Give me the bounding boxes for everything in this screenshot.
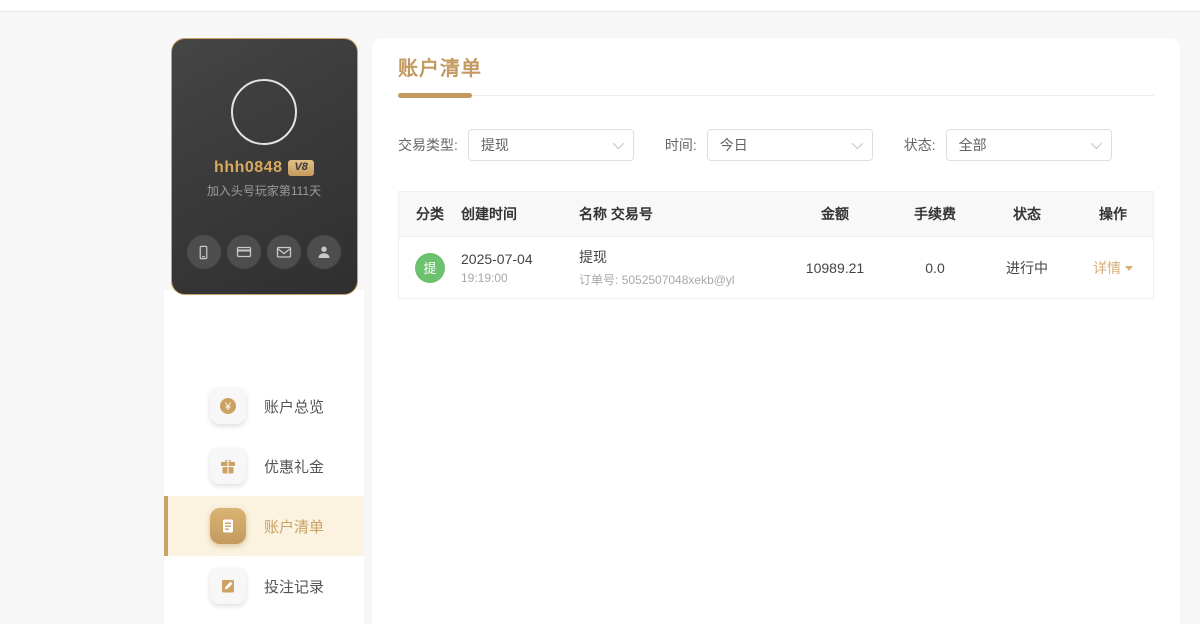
time-select[interactable]: 今日	[706, 129, 873, 161]
gift-icon	[210, 448, 246, 484]
sidebar-menu: ¥ 账户总览 优惠礼金 账户清单 投注记录	[164, 290, 364, 624]
sidebar-item-label: 账户清单	[264, 518, 325, 536]
col-category: 分类	[416, 206, 444, 222]
mail-icon[interactable]	[267, 235, 302, 269]
transaction-type-label: 交易类型:	[398, 137, 458, 153]
vip-level-badge: V8	[288, 160, 314, 176]
row-date: 2025-07-04	[461, 250, 533, 267]
col-name-txn-no: 名称 交易号	[579, 206, 653, 222]
row-fee: 0.0	[925, 259, 945, 276]
svg-text:¥: ¥	[224, 401, 232, 413]
withdraw-category-badge: 提	[415, 252, 445, 283]
transaction-type-select[interactable]: 提现	[467, 129, 634, 161]
record-icon	[210, 568, 246, 604]
page-title: 账户清单	[398, 58, 482, 80]
table-row: 提 2025-07-04 19:19:00 提现 订单号: 5052507048…	[399, 236, 1153, 298]
row-status: 进行中	[1006, 259, 1048, 276]
caret-down-icon	[1125, 265, 1133, 271]
sidebar-item-betting-records[interactable]: 投注记录	[164, 556, 364, 616]
chevron-down-icon	[1090, 137, 1102, 150]
header-divider	[398, 93, 1154, 98]
phone-icon[interactable]	[186, 235, 221, 269]
row-name: 提现	[579, 249, 607, 265]
row-details-button[interactable]: 详情	[1093, 260, 1133, 276]
chevron-down-icon	[851, 137, 863, 150]
time-label: 时间:	[664, 137, 697, 153]
status-select[interactable]: 全部	[945, 129, 1112, 161]
bank-card-icon[interactable]	[226, 235, 261, 269]
sidebar-item-label: 账户总览	[264, 398, 325, 416]
row-amount: 10989.21	[805, 259, 865, 276]
col-action: 操作	[1099, 206, 1127, 222]
statement-icon	[210, 508, 246, 544]
avatar	[231, 79, 297, 145]
chevron-down-icon	[612, 137, 624, 150]
username: hhh0848	[214, 159, 283, 176]
top-bar	[0, 0, 1200, 12]
profile-card: hhh0848 V8 加入头号玩家第111天	[170, 38, 358, 295]
sidebar: ¥ 账户总览 优惠礼金 账户清单 投注记录 hhh0848 V8 加入头号玩家第…	[164, 38, 364, 624]
sidebar-item-account-statement[interactable]: 账户清单	[164, 496, 364, 556]
col-amount: 金额	[821, 206, 849, 222]
status-label: 状态:	[903, 137, 936, 153]
col-created-time: 创建时间	[461, 206, 517, 222]
main-panel: 账户清单 交易类型: 提现 时间: 今日 状态: 全部 分类 创建时间 名称 交…	[372, 38, 1180, 624]
user-icon[interactable]	[307, 235, 342, 269]
sidebar-item-label: 投注记录	[264, 578, 325, 596]
coin-icon: ¥	[210, 388, 246, 424]
sidebar-item-promotions[interactable]: 优惠礼金	[164, 436, 364, 496]
col-status: 状态	[1013, 206, 1041, 222]
table-header-row: 分类 创建时间 名称 交易号 金额 手续费 状态 操作	[399, 192, 1153, 236]
filter-bar: 交易类型: 提现 时间: 今日 状态: 全部	[398, 129, 1154, 161]
sidebar-item-label: 优惠礼金	[264, 458, 325, 476]
transactions-table: 分类 创建时间 名称 交易号 金额 手续费 状态 操作 提 2025-07-04…	[398, 191, 1154, 299]
col-fee: 手续费	[914, 206, 956, 222]
join-days-text: 加入头号玩家第111天	[206, 184, 322, 198]
row-order-no: 订单号: 5052507048xekb@yl	[579, 273, 735, 287]
sidebar-item-account-security[interactable]: 账户安全	[164, 616, 364, 624]
title-underline	[398, 93, 472, 98]
sidebar-item-account-overview[interactable]: ¥ 账户总览	[164, 376, 364, 436]
row-time: 19:19:00	[461, 270, 508, 285]
